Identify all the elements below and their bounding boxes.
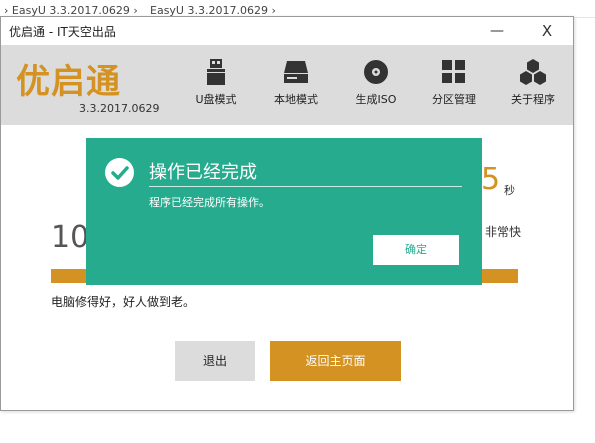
hexagon-cluster-icon [498,59,568,85]
close-button[interactable]: X [533,20,561,42]
toolbar-partition-manager[interactable]: 分区管理 [419,55,489,119]
countdown-digit: 5 [481,162,501,197]
version-label: 3.3.2017.0629 [79,102,160,115]
usb-drive-icon [181,59,251,85]
toolbar-label: 分区管理 [432,93,476,106]
toolbar-local-mode[interactable]: 本地模式 [261,55,331,119]
speed-text: 非常快 [485,225,522,239]
big-number: 10 [51,220,90,255]
app-logo: 优启通 [16,62,121,102]
toolbar-usb-mode[interactable]: U盘模式 [181,55,251,119]
exit-button[interactable]: 退出 [175,341,255,381]
title-bar[interactable]: 优启通 - IT天空出品 — X [1,17,573,45]
minimize-button[interactable]: — [483,20,511,42]
slogan-text: 电脑修得好，好人做到老。 [51,295,196,309]
toolbar-make-iso[interactable]: 生成ISO [341,55,411,119]
ok-button[interactable]: 确定 [373,235,459,265]
seconds-unit: 秒 [504,184,515,197]
toolbar-label: 本地模式 [274,93,318,106]
toolbar: 优启通 3.3.2017.0629 U盘模式 本地模式 生成ISO 分区管理 关… [1,45,573,125]
completion-dialog: 操作已经完成 程序已经完成所有操作。 确定 [86,138,482,285]
disc-icon [341,59,411,85]
toolbar-label: 生成ISO [355,93,397,106]
hard-disk-icon [261,59,331,85]
window-title: 优启通 - IT天空出品 [9,25,116,39]
toolbar-about[interactable]: 关于程序 [498,55,568,119]
check-circle-icon [105,158,134,187]
toolbar-label: U盘模式 [195,93,237,106]
dialog-message: 程序已经完成所有操作。 [149,196,270,209]
return-home-button[interactable]: 返回主页面 [270,341,401,381]
dialog-title: 操作已经完成 [149,162,257,183]
dialog-divider [149,186,462,187]
partition-grid-icon [419,59,489,85]
toolbar-label: 关于程序 [511,93,555,106]
